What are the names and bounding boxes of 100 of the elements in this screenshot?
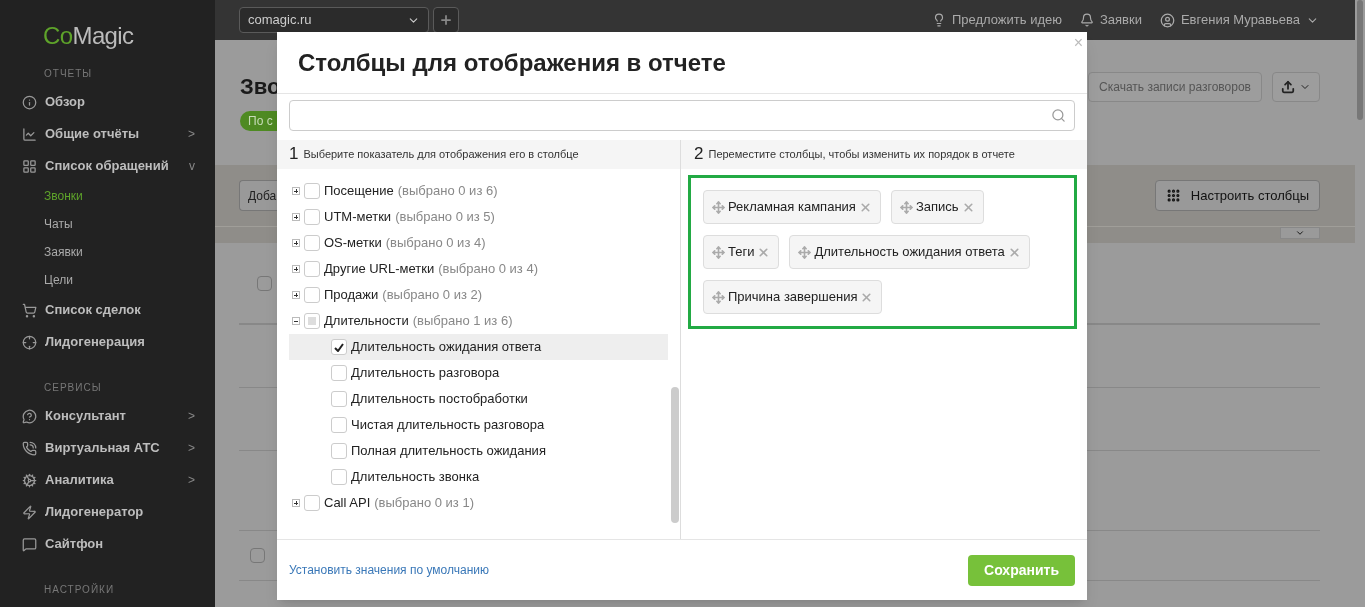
expand-toggle[interactable]	[292, 187, 300, 195]
sidebar-item[interactable]: Лидогенерация	[0, 326, 215, 358]
expand-toggle[interactable]	[292, 213, 300, 221]
tree-group[interactable]: OS-метки (выбрано 0 из 4)	[292, 230, 668, 256]
checkbox[interactable]	[331, 443, 347, 459]
reset-link[interactable]: Установить значения по умолчанию	[289, 561, 489, 579]
group-label: Другие URL-метки	[324, 260, 435, 279]
column-chip[interactable]: Запись	[890, 190, 984, 224]
sidebar-item[interactable]: Обзор	[0, 86, 215, 118]
configure-columns-button[interactable]: Настроить столбцы	[1154, 180, 1320, 211]
sidebar-item[interactable]: Лидогенератор	[0, 496, 215, 528]
checkbox[interactable]	[257, 275, 272, 291]
checkbox[interactable]	[304, 261, 320, 277]
group-label: Call API	[324, 494, 371, 513]
search-field[interactable]	[289, 100, 1075, 131]
arrow-sign: >	[188, 126, 195, 143]
sidebar-item[interactable]: Виртуальная АТС >	[0, 432, 215, 464]
tree-item[interactable]: Длительность ожидания ответа	[289, 334, 668, 360]
checkbox[interactable]	[304, 209, 320, 225]
checkbox[interactable]	[331, 417, 347, 433]
checkbox[interactable]	[304, 183, 320, 199]
checkbox[interactable]	[304, 235, 320, 251]
checkbox[interactable]	[331, 339, 347, 355]
selection-count: (выбрано 1 из 6)	[412, 312, 513, 331]
tree-group[interactable]: UTM-метки (выбрано 0 из 5)	[292, 204, 668, 230]
section-heading: НАСТРОЙКИ	[44, 582, 116, 597]
arrow-sign: >	[188, 440, 195, 457]
site-select[interactable]: comagic.ru	[239, 7, 429, 33]
user-name: Евгения Муравьева	[1180, 11, 1300, 30]
menu-icon	[22, 94, 37, 110]
tree-group[interactable]: Другие URL-метки (выбрано 0 из 4)	[292, 256, 668, 282]
top-link[interactable]: Предложить идею	[931, 10, 1062, 30]
step-number: 2	[694, 144, 704, 164]
bell-icon	[1079, 13, 1094, 27]
top-link[interactable]: Заявки	[1079, 10, 1142, 30]
tree-item[interactable]: Длительность разговора	[289, 360, 668, 386]
selection-count: (выбрано 0 из 4)	[385, 234, 486, 253]
checkbox[interactable]	[331, 469, 347, 485]
group-label: UTM-метки	[324, 208, 392, 227]
tree-item[interactable]: Чистая длительность разговора	[289, 412, 668, 438]
remove-icon[interactable]	[858, 200, 872, 214]
tree-item[interactable]: Длительность постобработки	[289, 386, 668, 412]
arrow-sign: >	[188, 408, 195, 425]
group-label: Длительности	[324, 312, 409, 331]
submenu-item[interactable]: Цели	[44, 266, 215, 294]
sidebar-item[interactable]: Консультант >	[0, 400, 215, 432]
column-chip[interactable]: Длительность ожидания ответа	[789, 235, 1030, 269]
step-number: 1	[289, 144, 299, 164]
chip-label: Причина завершения	[728, 288, 858, 307]
tree-group[interactable]: Call API (выбрано 0 из 1)	[292, 490, 668, 516]
remove-icon[interactable]	[1007, 245, 1021, 259]
checkbox[interactable]	[331, 391, 347, 407]
expand-toggle[interactable]	[292, 499, 300, 507]
add-site-button[interactable]	[433, 7, 459, 33]
column-chip[interactable]: Причина завершения	[703, 280, 883, 314]
menu-icon	[22, 158, 37, 174]
sidebar-item[interactable]: Список сделок	[0, 294, 215, 326]
tree-group[interactable]: Посещение (выбрано 0 из 6)	[292, 178, 668, 204]
menu-icon	[22, 472, 37, 488]
expand-toggle[interactable]	[1280, 227, 1320, 239]
chip-label: Рекламная кампания	[728, 198, 856, 217]
group-label: OS-метки	[324, 234, 382, 253]
export-button[interactable]	[1272, 72, 1320, 102]
selection-count: (выбрано 0 из 2)	[382, 286, 483, 305]
selection-count: (выбрано 0 из 6)	[397, 182, 498, 201]
submenu-item[interactable]: Чаты	[44, 210, 215, 238]
sidebar-item[interactable]: Список обращений v	[0, 150, 215, 182]
checkbox[interactable]	[304, 495, 320, 511]
expand-toggle[interactable]	[292, 265, 300, 273]
sidebar-item[interactable]: Сайтфон	[0, 528, 215, 560]
remove-icon[interactable]	[961, 200, 975, 214]
search-icon	[1051, 108, 1066, 123]
tree-item[interactable]: Длительность звонка	[289, 464, 668, 490]
move-icon	[798, 245, 812, 259]
submenu-item[interactable]: Звонки	[44, 182, 215, 210]
checkmark-icon	[334, 342, 344, 352]
column-chip[interactable]: Теги	[703, 235, 780, 269]
sidebar-item[interactable]: Аналитика >	[0, 464, 215, 496]
sidebar-item[interactable]: Общие отчёты >	[0, 118, 215, 150]
selection-count: (выбрано 0 из 1)	[374, 494, 474, 513]
group-label: Посещение	[324, 182, 394, 201]
chevron-icon	[1295, 228, 1305, 238]
user-icon	[1159, 12, 1175, 28]
expand-toggle[interactable]	[292, 239, 300, 247]
submenu-item[interactable]: Заявки	[44, 238, 215, 266]
tree-item[interactable]: Полная длительность ожидания	[289, 438, 668, 464]
checkbox[interactable]	[331, 365, 347, 381]
collapse-toggle[interactable]	[292, 317, 300, 325]
user-menu[interactable]: Евгения Муравьева	[1159, 10, 1319, 30]
checkbox[interactable]	[250, 548, 265, 563]
remove-icon[interactable]	[757, 245, 771, 259]
checkbox[interactable]	[304, 287, 320, 303]
add-button[interactable]: Доба	[239, 180, 277, 211]
tree-group[interactable]: Продажи (выбрано 0 из 2)	[292, 282, 668, 308]
arrow-sign: >	[188, 472, 195, 489]
column-chip[interactable]: Рекламная кампания	[703, 190, 881, 224]
checkbox[interactable]	[304, 313, 320, 329]
step-hint: Переместите столбцы, чтобы изменить их порядок в отчете	[708, 146, 1015, 162]
expand-toggle[interactable]	[292, 291, 300, 299]
tree-group[interactable]: Длительности (выбрано 1 из 6)	[292, 308, 668, 334]
